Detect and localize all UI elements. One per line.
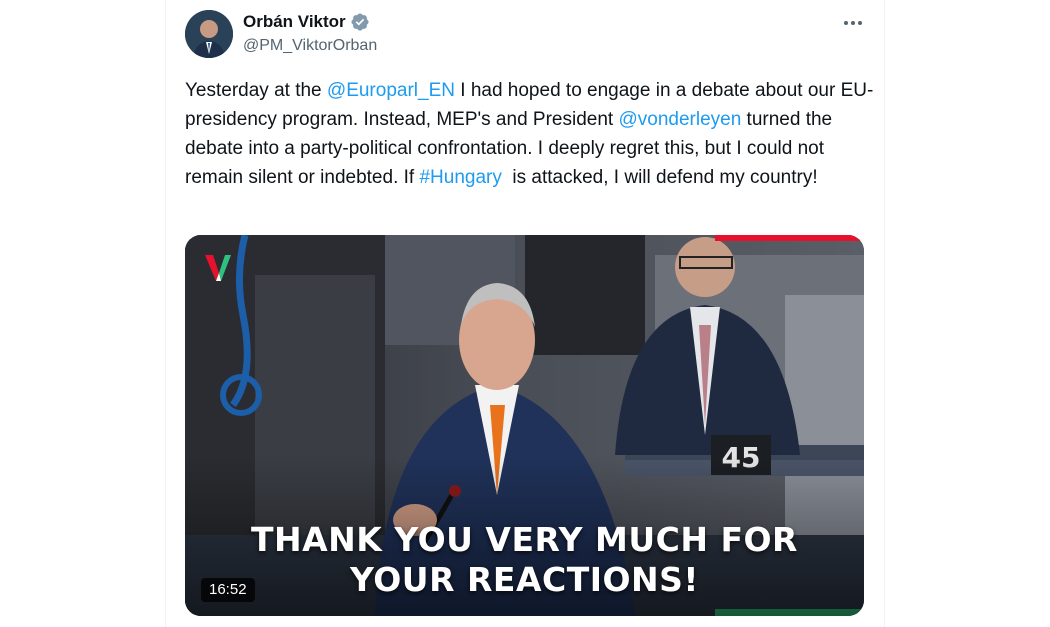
hashtag-link-hungary[interactable]: #Hungary xyxy=(419,167,501,188)
mention-link-vonderleyen[interactable]: @vonderleyen xyxy=(618,109,741,130)
timeline-border-left xyxy=(165,0,166,627)
video-player[interactable]: 45 THANK YOU VERY MUCH FOR YOUR REACTION… xyxy=(185,235,864,616)
video-duration-badge: 16:52 xyxy=(201,578,255,602)
author-name-row: Orbán Viktor xyxy=(243,12,370,32)
avatar[interactable] xyxy=(185,10,233,58)
tweet-text-segment: is attacked, I will defend my country! xyxy=(501,167,818,188)
more-horizontal-icon xyxy=(844,21,862,25)
more-options-button[interactable] xyxy=(836,8,870,38)
tweet-text-segment: Yesterday at the xyxy=(185,80,327,101)
author-handle[interactable]: @PM_ViktorOrban xyxy=(243,37,377,55)
caption-line-1: THANK YOU VERY MUCH FOR xyxy=(251,520,798,559)
tweet-text: Yesterday at the @Europarl_EN I had hope… xyxy=(185,76,875,192)
verified-badge-icon xyxy=(350,12,370,32)
channel-logo-icon xyxy=(205,255,231,281)
mention-link-europarl[interactable]: @Europarl_EN xyxy=(327,80,455,101)
video-caption: THANK YOU VERY MUCH FOR YOUR REACTIONS! xyxy=(185,520,864,600)
caption-line-2: YOUR REACTIONS! xyxy=(350,560,699,599)
display-name[interactable]: Orbán Viktor xyxy=(243,12,346,32)
timeline-border-right xyxy=(884,0,885,627)
